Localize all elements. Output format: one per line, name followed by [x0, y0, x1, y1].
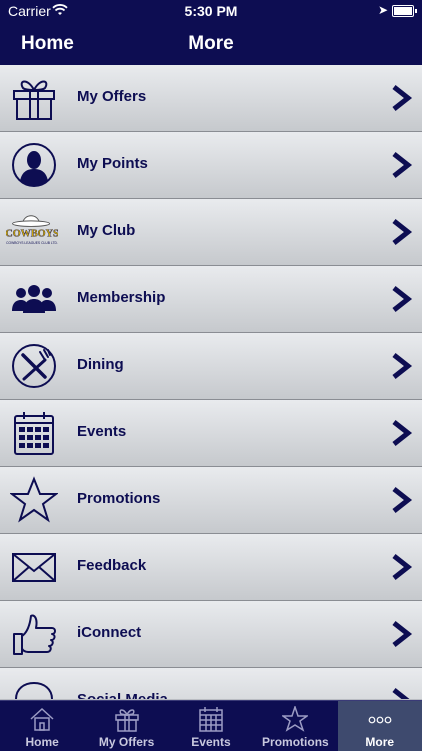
menu-item-label: Dining [77, 356, 124, 373]
menu-item-feedback[interactable]: Feedback [0, 534, 422, 601]
menu-item-label: My Offers [77, 88, 147, 105]
club-logo-subtitle: COWBOYS LEAGUES CLUB LTD. [6, 241, 58, 245]
menu-item-label: iConnect [77, 624, 142, 641]
chevron-right-icon [392, 286, 413, 312]
social-icon [15, 681, 53, 699]
tab-label: Home [25, 735, 59, 749]
menu-item-label: Membership [77, 289, 166, 306]
location-arrow-icon: ➤ [377, 3, 388, 17]
club-logo-icon: COWBOYS COWBOYS LEAGUES CLUB LTD. [6, 215, 58, 245]
tab-more[interactable]: More [337, 701, 422, 751]
club-logo-name: COWBOYS [6, 229, 58, 240]
more-icon [368, 716, 392, 724]
tab-home[interactable]: Home [0, 701, 84, 751]
menu-item-label: Feedback [77, 557, 147, 574]
menu-item-events[interactable]: Events [0, 400, 422, 467]
chevron-right-icon [392, 621, 413, 647]
tab-label: My Offers [98, 735, 155, 749]
house-icon [30, 707, 54, 731]
page-title: More [188, 33, 234, 54]
tab-label: Promotions [262, 735, 329, 749]
menu-item-label: Events [77, 423, 127, 440]
clock: 5:30 PM [184, 3, 238, 19]
menu-item-my-points[interactable]: My Points [0, 132, 422, 199]
menu-item-dining[interactable]: Dining [0, 333, 422, 400]
group-icon [12, 285, 56, 313]
envelope-icon [12, 553, 56, 582]
chevron-right-icon [392, 353, 413, 379]
chevron-right-icon [392, 219, 413, 245]
calendar-icon [14, 412, 54, 455]
navigation-bar: Home More [0, 22, 422, 65]
menu-item-label: Social Media [77, 691, 168, 699]
star-icon [282, 706, 309, 732]
gift-icon [13, 80, 55, 120]
star-icon [10, 476, 58, 523]
menu-item-promotions[interactable]: Promotions [0, 467, 422, 534]
more-menu-list: My Offers My Points COWBOYS COWBOYS LEAG… [0, 65, 422, 699]
menu-item-my-offers[interactable]: My Offers [0, 65, 422, 132]
user-icon [12, 143, 56, 187]
chevron-right-icon [392, 420, 413, 446]
menu-item-my-club[interactable]: COWBOYS COWBOYS LEAGUES CLUB LTD. My Clu… [0, 199, 422, 266]
menu-item-social-media[interactable]: Social Media [0, 668, 422, 699]
menu-item-membership[interactable]: Membership [0, 266, 422, 333]
chevron-right-icon [392, 152, 413, 178]
menu-item-label: My Points [77, 155, 148, 172]
dining-icon [12, 344, 56, 388]
chevron-right-icon [392, 688, 410, 699]
tab-promotions[interactable]: Promotions [253, 701, 337, 751]
menu-item-label: My Club [77, 222, 136, 239]
battery-icon [392, 5, 417, 17]
thumbs-up-icon [13, 614, 56, 655]
tab-bar: Home My Offers Events Promotions More [0, 700, 422, 751]
chevron-right-icon [392, 487, 413, 513]
status-bar: Carrier 5:30 PM ➤ [0, 0, 422, 22]
gift-icon [114, 709, 139, 732]
chevron-right-icon [392, 554, 413, 580]
calendar-icon [199, 707, 223, 732]
tab-label: More [365, 735, 395, 749]
menu-item-iconnect[interactable]: iConnect [0, 601, 422, 668]
menu-item-label: Promotions [77, 490, 161, 507]
tab-events[interactable]: Events [169, 701, 253, 751]
chevron-right-icon [392, 85, 413, 111]
tab-my-offers[interactable]: My Offers [84, 701, 168, 751]
tab-label: Events [191, 735, 231, 749]
